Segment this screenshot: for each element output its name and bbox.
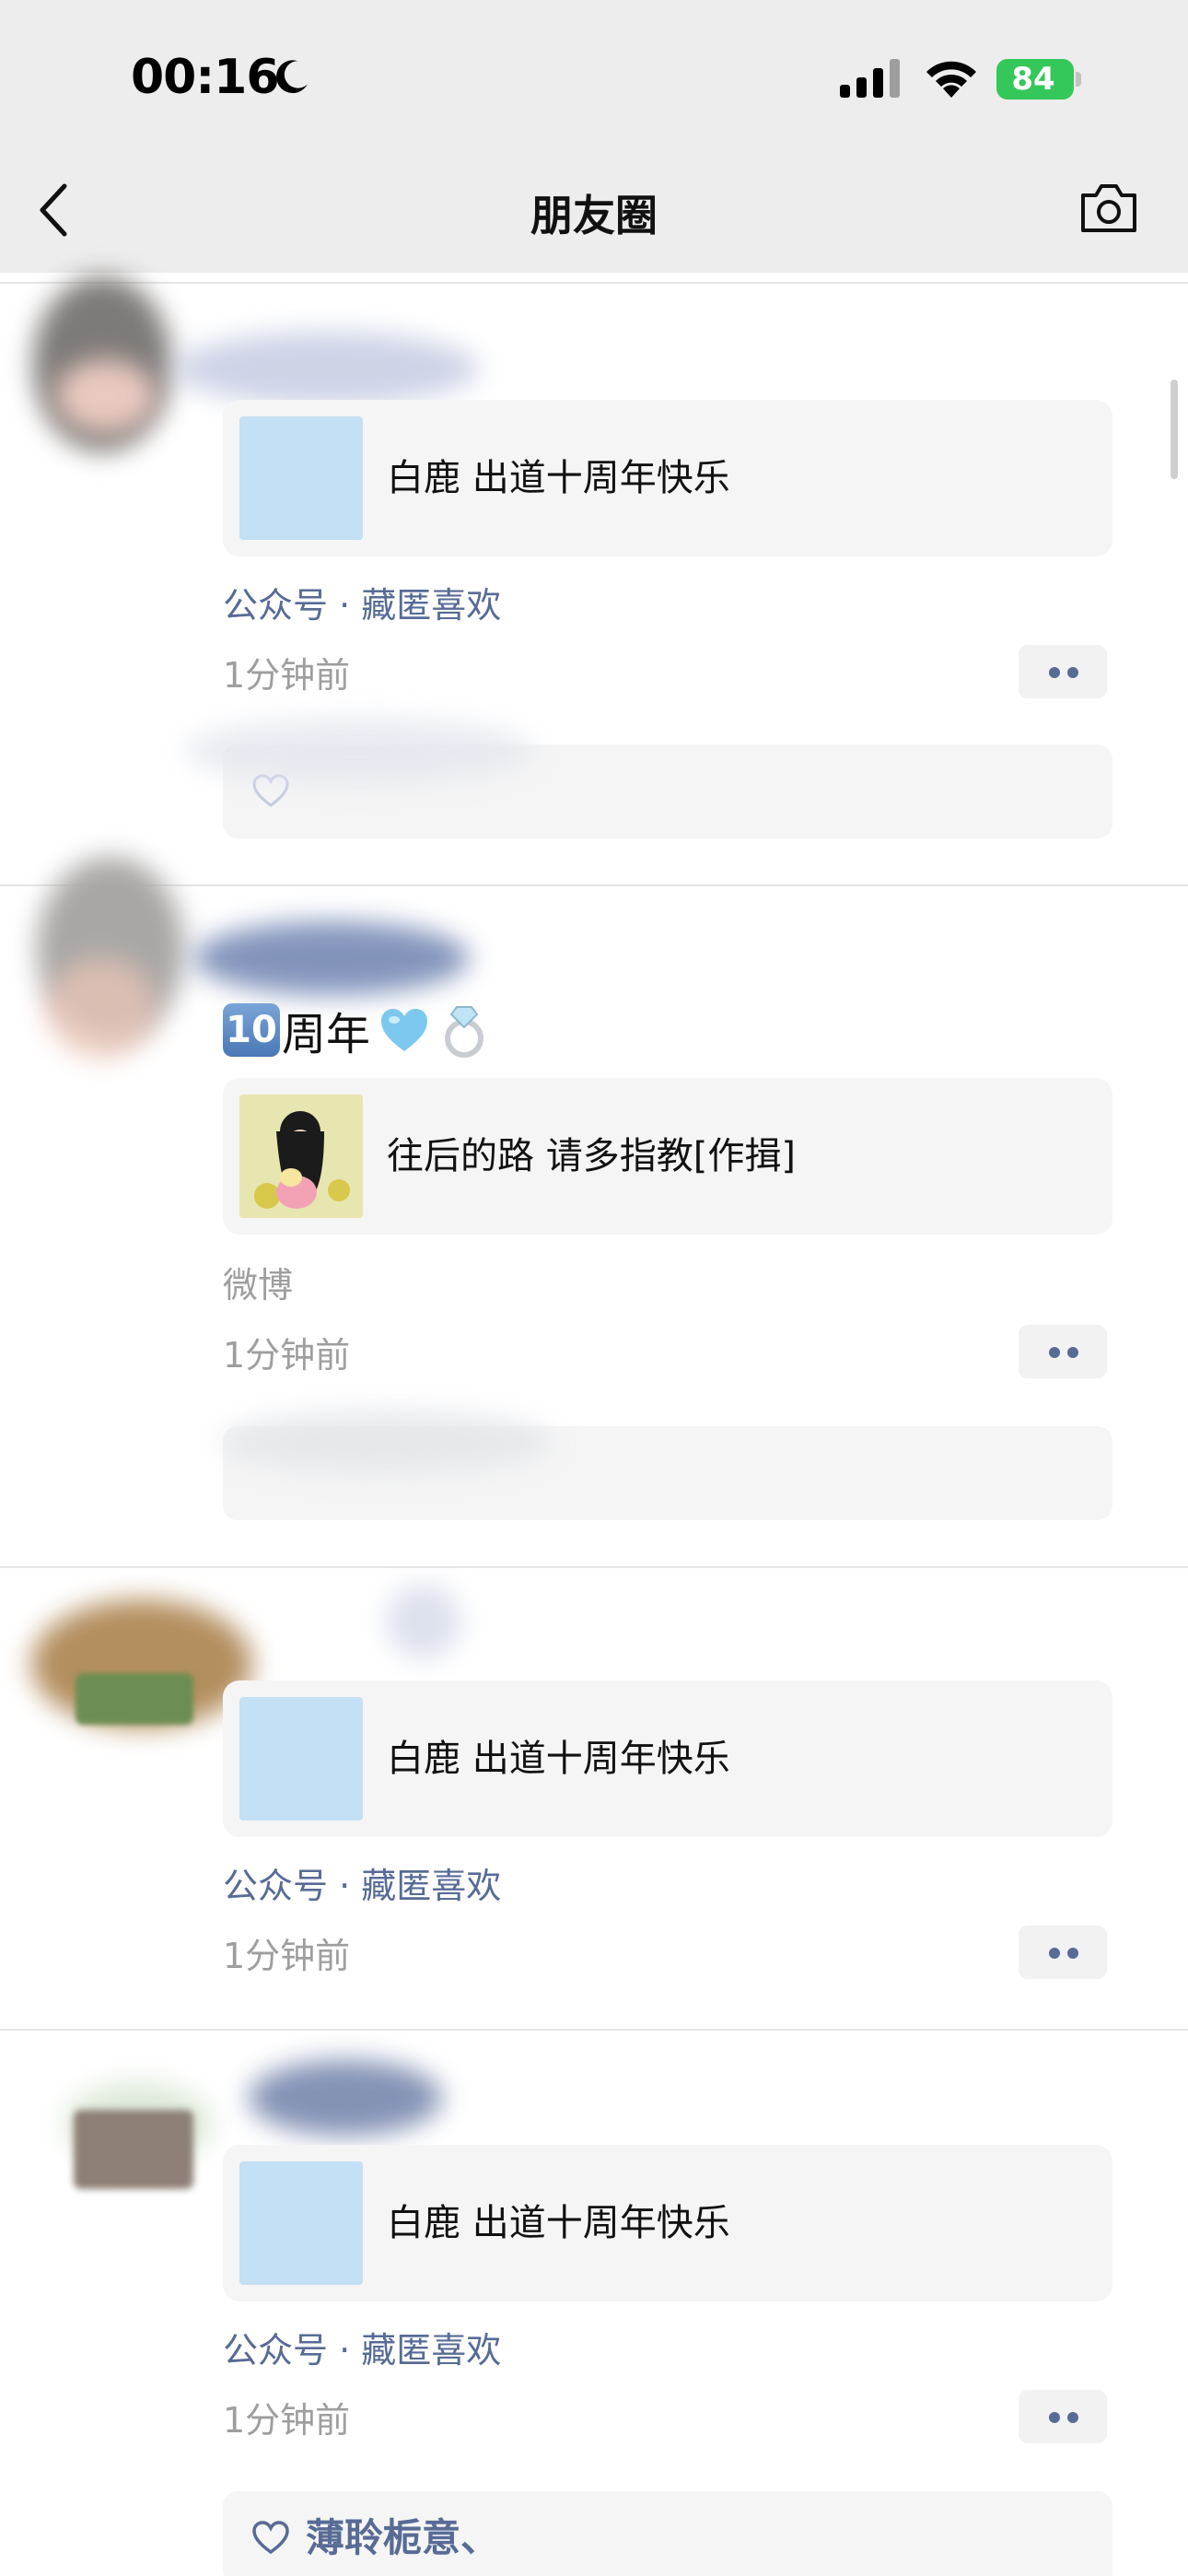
card-thumbnail <box>239 2161 363 2285</box>
battery-indicator: 84 <box>996 59 1081 100</box>
post-time: 1分钟前 <box>223 1936 351 1976</box>
more-options-button[interactable] <box>1019 2390 1107 2443</box>
heart-outline-icon <box>252 2521 289 2555</box>
battery-level: 84 <box>1011 61 1055 98</box>
avatar[interactable] <box>76 1673 193 1725</box>
post-source[interactable]: 公众号 · 藏匿喜欢 <box>223 1857 501 1908</box>
cellular-signal-icon <box>840 59 900 98</box>
post-source[interactable]: 公众号 · 藏匿喜欢 <box>223 577 501 627</box>
username-blurred[interactable] <box>193 921 470 995</box>
post-text-body: 周年 <box>282 1009 371 1060</box>
username-blurred[interactable] <box>175 332 479 405</box>
username-blurred[interactable] <box>249 2060 442 2136</box>
shared-link-card[interactable]: 白鹿 出道十周年快乐 <box>223 2145 1112 2301</box>
username-blurred[interactable] <box>387 1585 460 1658</box>
blue-heart-emoji <box>381 1009 428 1051</box>
post-time: 1分钟前 <box>223 655 351 696</box>
divider <box>0 282 1188 284</box>
likes-blurred <box>184 719 534 783</box>
likes-blurred <box>221 1410 553 1474</box>
post-source: 微博 <box>223 1265 294 1306</box>
card-title: 往后的路 请多指教[作揖] <box>387 1135 796 1177</box>
moon-icon <box>276 60 308 94</box>
page-title: 朋友圈 <box>530 191 658 240</box>
card-title: 白鹿 出道十周年快乐 <box>387 1738 730 1780</box>
liker-name[interactable]: 薄聆栀意、 <box>306 2491 499 2576</box>
avatar[interactable] <box>74 2110 193 2189</box>
post-time: 1分钟前 <box>223 2400 351 2441</box>
card-thumbnail <box>239 1095 363 1218</box>
keycap-ten-emoji: 10 <box>223 1003 280 1057</box>
divider <box>0 2029 1188 2031</box>
card-thumbnail <box>239 1697 363 1821</box>
likes-panel: 薄聆栀意、 <box>223 2491 1112 2576</box>
status-time: 00:16 <box>131 50 280 105</box>
shared-link-card[interactable]: 白鹿 出道十周年快乐 <box>223 400 1112 556</box>
more-options-button[interactable] <box>1019 1926 1107 1979</box>
card-title: 白鹿 出道十周年快乐 <box>387 2202 730 2244</box>
ring-emoji <box>445 1006 484 1058</box>
card-title: 白鹿 出道十周年快乐 <box>387 457 730 499</box>
scrollbar[interactable] <box>1171 380 1178 479</box>
more-options-button[interactable] <box>1019 1325 1107 1378</box>
avatar-blurred-part <box>55 359 157 433</box>
shared-link-card[interactable]: 往后的路 请多指教[作揖] <box>223 1078 1112 1235</box>
post-source[interactable]: 公众号 · 藏匿喜欢 <box>223 2322 501 2372</box>
divider <box>0 1566 1188 1568</box>
shared-link-card[interactable]: 白鹿 出道十周年快乐 <box>223 1680 1112 1837</box>
battery-cap <box>1076 72 1081 87</box>
avatar-blurred-part <box>46 958 157 1060</box>
more-options-button[interactable] <box>1019 645 1107 698</box>
top-bar: 00:16 84 朋友圈 <box>0 0 1188 273</box>
divider <box>0 884 1188 886</box>
camera-icon[interactable] <box>1079 182 1138 234</box>
card-thumbnail <box>239 416 363 540</box>
wifi-icon <box>926 61 976 98</box>
post-time: 1分钟前 <box>223 1335 351 1376</box>
post-text: 10 周年 <box>223 997 494 1063</box>
